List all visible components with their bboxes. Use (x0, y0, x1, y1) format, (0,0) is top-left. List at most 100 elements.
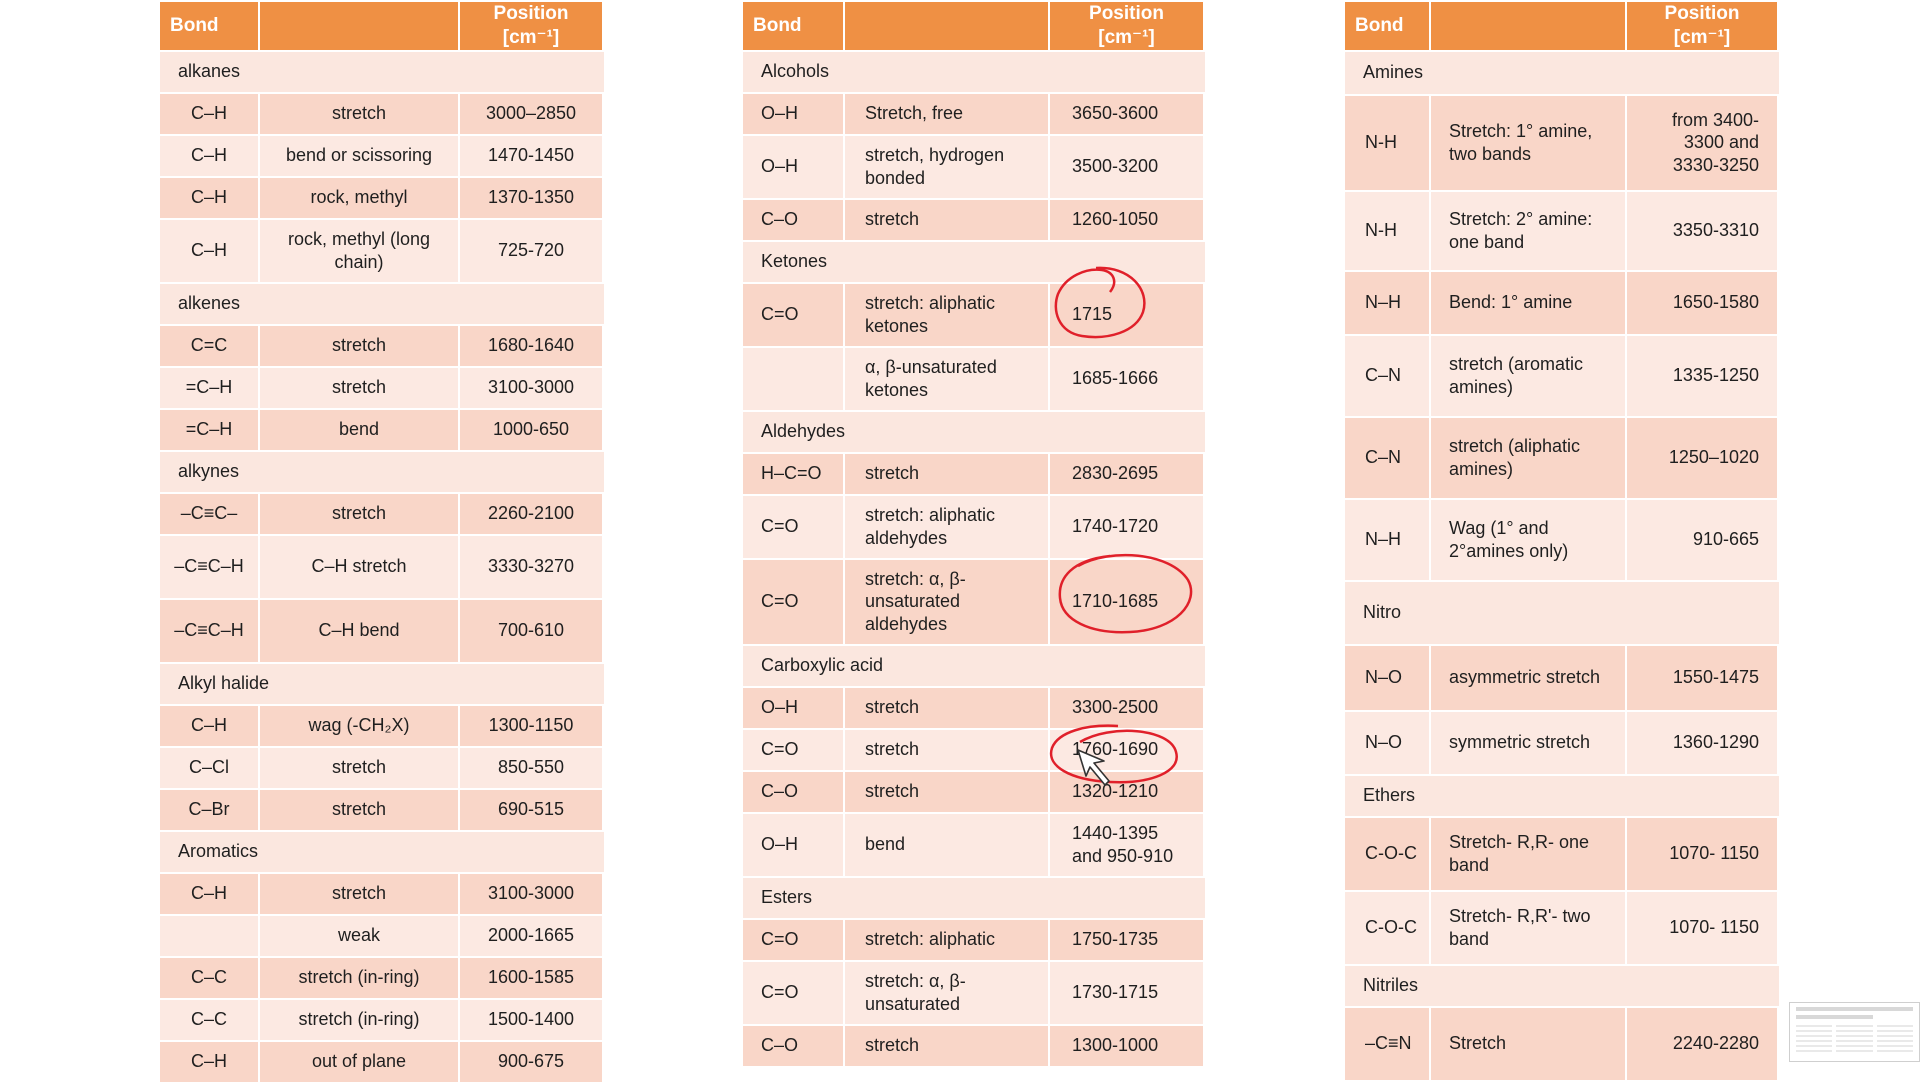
position-cell: 690-515 (460, 789, 604, 830)
thumbnail-tables (1796, 1025, 1913, 1055)
bond-cell: O–H (743, 93, 845, 134)
group-label: alkanes (160, 51, 604, 92)
header-bond: Bond (1345, 2, 1431, 50)
position-cell: 1300-1000 (1050, 1025, 1205, 1066)
description-cell: stretch (845, 729, 1050, 770)
table-row: C=C stretch 1680-1640 (160, 325, 604, 366)
table-row: O–H Stretch, free 3650-3600 (743, 93, 1205, 134)
position-cell: 3100-3000 (460, 367, 604, 408)
position-cell: 1470-1450 (460, 135, 604, 176)
table-row: C–H rock, methyl 1370-1350 (160, 177, 604, 218)
bond-cell: C–N (1345, 417, 1431, 498)
description-cell: stretch (845, 687, 1050, 728)
table-row: C–Br stretch 690-515 (160, 789, 604, 830)
description-cell: stretch (260, 325, 460, 366)
table-row: O–H stretch 3300-2500 (743, 687, 1205, 728)
group-header-row: Nitriles (1345, 965, 1779, 1006)
description-cell: Stretch, free (845, 93, 1050, 134)
ir-table-nitrogen-groups: Bond Position [cm⁻¹] Amines N-H Stretch: 1… (1345, 0, 1779, 1082)
group-header-row: Ketones (743, 241, 1205, 282)
table-row: C–N stretch (aliphatic amines) 1250–1020 (1345, 417, 1779, 498)
group-header-row: alkynes (160, 451, 604, 492)
description-cell: stretch (845, 1025, 1050, 1066)
group-label: alkenes (160, 283, 604, 324)
description-cell: rock, methyl (long chain) (260, 219, 460, 282)
description-cell: stretch (260, 367, 460, 408)
table-body: Alcohols O–H Stretch, free 3650-3600 O–H stre… (743, 51, 1205, 1066)
description-cell: stretch (aliphatic amines) (1431, 417, 1627, 498)
description-cell: stretch (in-ring) (260, 957, 460, 998)
description-cell: stretch (260, 873, 460, 914)
description-cell: Stretch- R,R- one band (1431, 817, 1627, 890)
table-row: C=O stretch: α, β-unsaturated 1730-1715 (743, 961, 1205, 1024)
table-row: N–O asymmetric stretch 1550-1475 (1345, 645, 1779, 710)
table-body: alkanes C–H stretch 3000–2850 C–H bend or sci… (160, 51, 604, 1082)
description-cell: stretch (845, 771, 1050, 812)
description-cell: Bend: 1° amine (1431, 271, 1627, 334)
description-cell: stretch: aliphatic (845, 919, 1050, 960)
description-cell: wag (-CH₂X) (260, 705, 460, 746)
slide-thumbnail[interactable] (1789, 1002, 1920, 1062)
group-header-row: Alcohols (743, 51, 1205, 92)
bond-cell: C–Br (160, 789, 260, 830)
group-label: alkynes (160, 451, 604, 492)
position-cell: 1740-1720 (1050, 495, 1205, 558)
table-row: C–O stretch 1300-1000 (743, 1025, 1205, 1066)
group-label: Esters (743, 877, 1205, 918)
bond-cell: –C≡N (1345, 1007, 1431, 1080)
position-cell: 725-720 (460, 219, 604, 282)
position-cell: 1550-1475 (1627, 645, 1779, 710)
position-cell: 1600-1585 (460, 957, 604, 998)
bond-cell: C=O (743, 495, 845, 558)
header-bond: Bond (743, 2, 845, 50)
group-label: Aromatics (160, 831, 604, 872)
description-cell: Stretch (1431, 1007, 1627, 1080)
description-cell: stretch (845, 199, 1050, 240)
group-label: Alcohols (743, 51, 1205, 92)
table-row: N-H Stretch: 1° amine, two bands from 3400… (1345, 95, 1779, 190)
position-cell: 3000–2850 (460, 93, 604, 134)
position-cell: 1335-1250 (1627, 335, 1779, 416)
position-cell: 1750-1735 (1050, 919, 1205, 960)
description-cell: bend or scissoring (260, 135, 460, 176)
ir-table-hydrocarbons: Bond Position [cm⁻¹] alkanes C–H stretch 30… (160, 0, 604, 1084)
table-row: H–C=O stretch 2830-2695 (743, 453, 1205, 494)
description-cell: stretch (aromatic amines) (1431, 335, 1627, 416)
bond-cell: C=O (743, 283, 845, 346)
table-row: N-H Stretch: 2° amine: one band 3350-3310 (1345, 191, 1779, 270)
bond-cell (743, 347, 845, 410)
table-row: C–O stretch 1260-1050 (743, 199, 1205, 240)
table-row: α, β-unsaturated ketones 1685-1666 (743, 347, 1205, 410)
description-cell: Stretch: 2° amine: one band (1431, 191, 1627, 270)
position-cell: 1730-1715 (1050, 961, 1205, 1024)
description-cell: stretch (in-ring) (260, 999, 460, 1040)
group-header-row: Carboxylic acid (743, 645, 1205, 686)
bond-cell: C=O (743, 559, 845, 644)
bond-cell: N–H (1345, 499, 1431, 580)
table-row: C–H bend or scissoring 1470-1450 (160, 135, 604, 176)
group-label: Carboxylic acid (743, 645, 1205, 686)
thumbnail-subtitle-line (1796, 1015, 1874, 1019)
bond-cell: N–H (1345, 271, 1431, 334)
table-row: C–Cl stretch 850-550 (160, 747, 604, 788)
description-cell: weak (260, 915, 460, 956)
table-row: C=O stretch: aliphatic ketones 1715 (743, 283, 1205, 346)
position-cell: 1320-1210 (1050, 771, 1205, 812)
bond-cell: C–O (743, 199, 845, 240)
table-header: Bond Position [cm⁻¹] (160, 2, 604, 50)
bond-cell: C–Cl (160, 747, 260, 788)
bond-cell: C-O-C (1345, 817, 1431, 890)
position-cell: 850-550 (460, 747, 604, 788)
description-cell: stretch: α, β-unsaturated aldehydes (845, 559, 1050, 644)
table-row: –C≡N Stretch 2240-2280 (1345, 1007, 1779, 1080)
header-bond: Bond (160, 2, 260, 50)
description-cell: asymmetric stretch (1431, 645, 1627, 710)
bond-cell: C–H (160, 135, 260, 176)
bond-cell: O–H (743, 687, 845, 728)
position-cell: 1715 (1050, 283, 1205, 346)
position-cell: 2260-2100 (460, 493, 604, 534)
bond-cell: C–O (743, 1025, 845, 1066)
description-cell: Stretch- R,R'- two band (1431, 891, 1627, 964)
header-group (260, 2, 460, 50)
table-row: C=O stretch 1760-1690 (743, 729, 1205, 770)
